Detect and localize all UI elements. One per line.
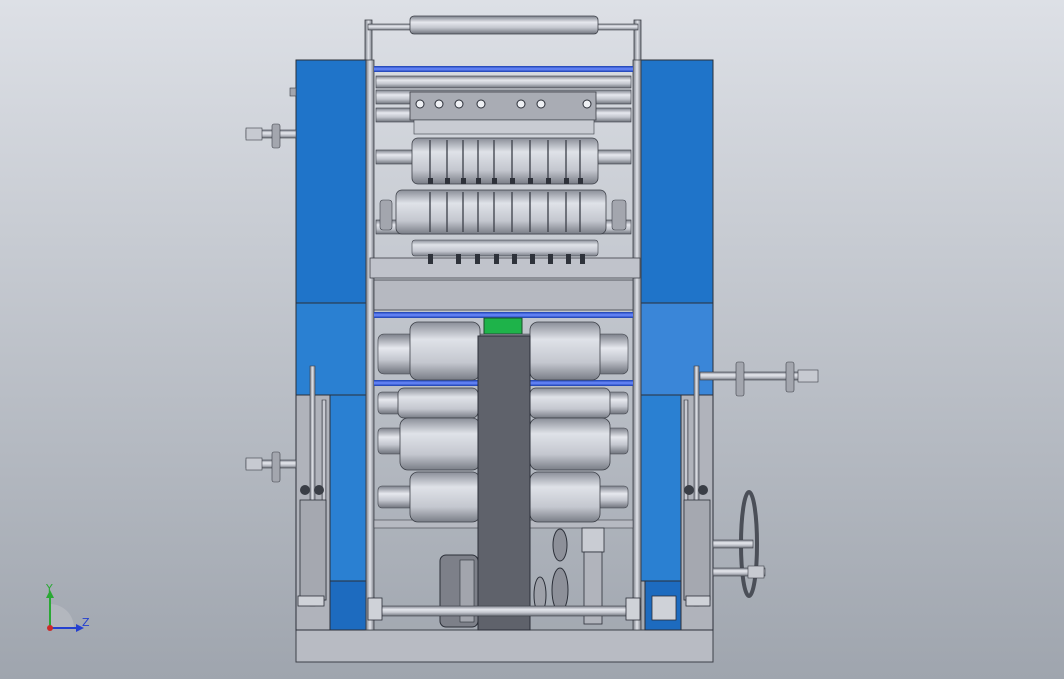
cad-viewport[interactable]: Y Z	[0, 0, 1064, 679]
triad-y-label: Y	[45, 582, 53, 595]
triad-z-label: Z	[82, 616, 90, 629]
knife-holder-bar	[409, 91, 597, 135]
green-marker-block	[483, 317, 523, 335]
triad-origin	[47, 625, 53, 631]
base-plate	[295, 629, 714, 663]
bottom-drive-shaft	[369, 605, 641, 617]
center-drive-column	[477, 335, 531, 631]
